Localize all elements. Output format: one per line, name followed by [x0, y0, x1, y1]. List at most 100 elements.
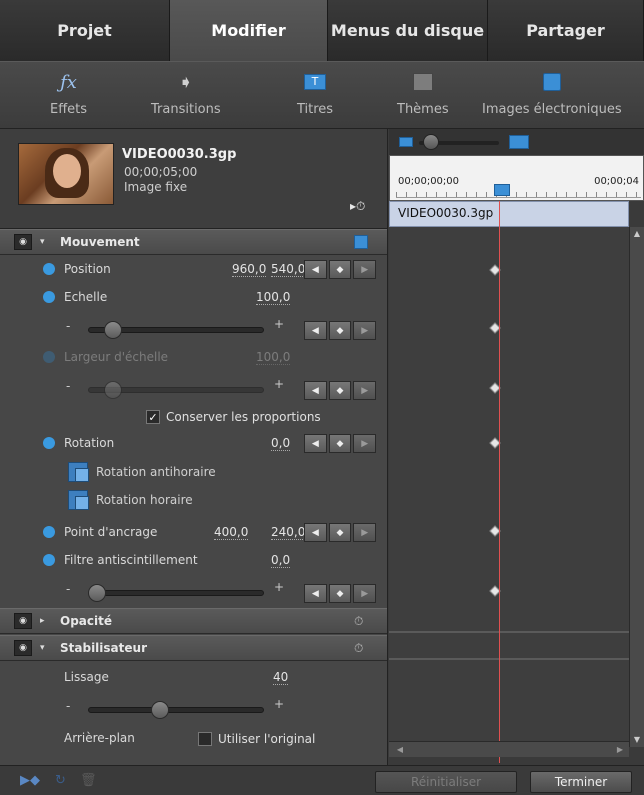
scroll-right-arrow-icon[interactable]: ▶	[613, 743, 627, 757]
add-keyframe-button[interactable]: ◆	[328, 434, 352, 453]
property-antiflicker: Filtre antiscintillement 0,0	[0, 548, 387, 574]
property-label: Arrière-plan	[64, 731, 135, 745]
add-keyframe-button[interactable]: ◆	[328, 260, 352, 279]
add-keyframe-button[interactable]: ◆	[328, 321, 352, 340]
trash-icon[interactable]: 🗑	[80, 773, 97, 788]
playhead-handle[interactable]	[494, 184, 510, 196]
reset-icon[interactable]: ↻	[55, 773, 66, 788]
themes-button[interactable]: Thèmes	[397, 68, 449, 117]
add-keyframe-button[interactable]: ◆	[328, 381, 352, 400]
zoom-in-icon[interactable]	[509, 135, 529, 149]
keyframe-toggle-icon[interactable]: ▸⏱	[350, 199, 365, 214]
plus-icon: +	[273, 580, 284, 594]
clipart-button[interactable]: Images électroniques	[482, 68, 622, 117]
next-keyframe-button[interactable]: ▶	[353, 523, 377, 542]
button-label: Rotation horaire	[96, 493, 193, 507]
zoom-out-icon[interactable]	[399, 137, 413, 147]
horizontal-scrollbar[interactable]: ◀ ▶	[389, 741, 629, 757]
eye-icon[interactable]: ◉	[14, 640, 32, 656]
next-keyframe-button[interactable]: ▶	[353, 260, 377, 279]
scroll-up-arrow-icon[interactable]: ▲	[630, 227, 644, 241]
tab-partager[interactable]: Partager	[488, 0, 644, 61]
scale-value[interactable]: 100,0	[256, 290, 291, 305]
clip-thumbnail	[18, 143, 114, 205]
property-label: Filtre antiscintillement	[64, 553, 198, 567]
animate-toggle-icon[interactable]	[43, 291, 55, 303]
effects-button[interactable]: ƒx Effets	[50, 68, 87, 118]
next-keyframe-button[interactable]: ▶	[353, 321, 377, 340]
section-opacity[interactable]: ◉ ▸ Opacité ⏱	[0, 608, 387, 634]
use-original-checkbox[interactable]: Utiliser l'original	[198, 730, 368, 748]
keyframe-controls: ◀ ◆ ▶	[304, 434, 377, 453]
scroll-down-arrow-icon[interactable]: ▼	[630, 733, 644, 747]
position-x-value[interactable]: 960,0	[232, 262, 267, 277]
prev-keyframe-button[interactable]: ◀	[304, 523, 327, 542]
next-keyframe-button[interactable]: ▶	[353, 381, 377, 400]
scale-width-slider: - +	[66, 377, 286, 399]
tab-projet[interactable]: Projet	[0, 0, 170, 61]
property-anchor-point: Point d'ancrage 400,0 240,0 ◀ ◆ ▶	[0, 520, 387, 546]
prev-keyframe-button[interactable]: ◀	[304, 321, 327, 340]
prev-keyframe-button[interactable]: ◀	[304, 260, 327, 279]
stopwatch-icon[interactable]	[354, 235, 368, 249]
slider-knob[interactable]	[103, 321, 122, 339]
rotation-value[interactable]: 0,0	[271, 436, 291, 451]
minus-icon: -	[66, 582, 71, 596]
expand-triangle-icon[interactable]: ▸	[40, 616, 50, 626]
transitions-button[interactable]: ➧ Transitions	[151, 68, 221, 118]
property-smoothing: Lissage 40	[0, 665, 387, 691]
vertical-scrollbar[interactable]: ▲ ▼	[629, 227, 644, 747]
clip-type: Image fixe	[124, 180, 188, 194]
keyframe-tracks[interactable]	[389, 227, 629, 741]
collapse-triangle-icon[interactable]: ▾	[40, 237, 50, 247]
keep-proportions-checkbox[interactable]: ✓ Conserver les proportions	[146, 408, 366, 426]
slider-knob[interactable]	[88, 584, 106, 602]
animate-toggle-icon[interactable]	[43, 526, 55, 538]
prev-keyframe-button[interactable]: ◀	[304, 584, 327, 603]
anchor-x-value[interactable]: 400,0	[214, 525, 249, 540]
antiflicker-slider[interactable]: - +	[66, 580, 286, 602]
scale-slider[interactable]: - +	[66, 317, 286, 339]
titles-button[interactable]: T Titres	[297, 68, 333, 117]
themes-icon	[412, 68, 433, 96]
rotate-counterclockwise-button[interactable]: Rotation antihoraire	[68, 461, 216, 483]
tab-menus-du-disque[interactable]: Menus du disque	[328, 0, 488, 61]
slider-knob[interactable]	[151, 701, 170, 719]
add-keyframe-button[interactable]: ◆	[328, 523, 352, 542]
position-y-value[interactable]: 540,0	[271, 262, 306, 277]
eye-icon[interactable]: ◉	[14, 613, 32, 629]
animate-toggle-icon[interactable]	[43, 263, 55, 275]
stopwatch-icon[interactable]: ⏱	[354, 641, 368, 655]
tab-modifier[interactable]: Modifier	[170, 0, 328, 61]
section-stabilizer[interactable]: ◉ ▾ Stabilisateur ⏱	[0, 635, 387, 661]
property-scale: Echelle 100,0	[0, 285, 387, 311]
collapse-triangle-icon[interactable]: ▾	[40, 643, 50, 653]
zoom-slider-knob[interactable]	[423, 134, 439, 150]
section-motion[interactable]: ◉ ▾ Mouvement	[0, 229, 387, 255]
checkmark-icon[interactable]: ✓	[146, 410, 160, 424]
prev-keyframe-button[interactable]: ◀	[304, 434, 327, 453]
next-keyframe-button[interactable]: ▶	[353, 434, 377, 453]
anchor-y-value[interactable]: 240,0	[271, 525, 306, 540]
checkbox-box[interactable]	[198, 732, 212, 746]
next-keyframe-button[interactable]: ▶	[353, 584, 377, 603]
slider-track[interactable]	[88, 590, 264, 596]
reset-button[interactable]: Réinitialiser	[375, 771, 517, 793]
slider-track[interactable]	[88, 707, 264, 713]
done-button[interactable]: Terminer	[530, 771, 632, 793]
scroll-left-arrow-icon[interactable]: ◀	[393, 743, 407, 757]
rotate-clockwise-button[interactable]: Rotation horaire	[68, 489, 193, 511]
keyframe-controls: ◀ ◆ ▶	[304, 260, 377, 279]
apply-effect-icon[interactable]: ▶◆	[20, 773, 40, 788]
prev-keyframe-button[interactable]: ◀	[304, 381, 327, 400]
animate-toggle-icon[interactable]	[43, 554, 55, 566]
animate-toggle-icon[interactable]	[43, 437, 55, 449]
antiflicker-value[interactable]: 0,0	[271, 553, 291, 568]
add-keyframe-button[interactable]: ◆	[328, 584, 352, 603]
smoothing-value[interactable]: 40	[273, 670, 289, 685]
timeline-clip[interactable]: VIDEO0030.3gp	[389, 201, 629, 227]
time-ruler[interactable]: 00;00;00;00 00;00;04	[389, 155, 644, 201]
eye-icon[interactable]: ◉	[14, 234, 32, 250]
smoothing-slider[interactable]: - +	[66, 697, 286, 719]
stopwatch-icon[interactable]: ⏱	[354, 614, 368, 628]
